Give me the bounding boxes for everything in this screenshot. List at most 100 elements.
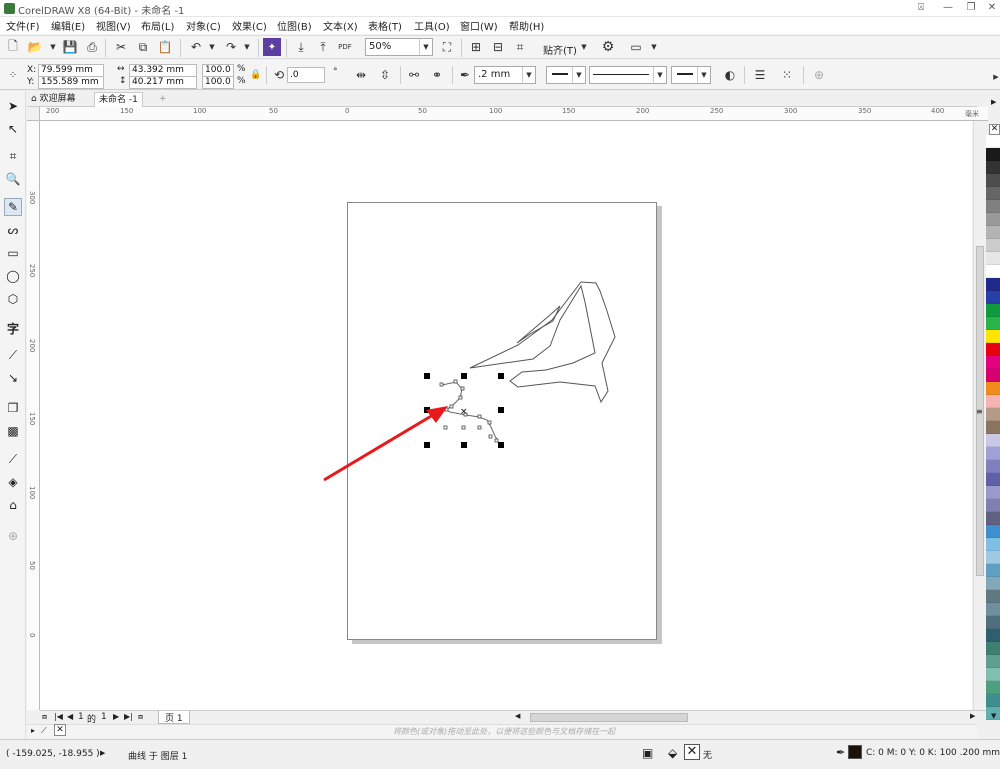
application-launcher-icon[interactable]: ▭ — [627, 38, 645, 56]
color-swatch[interactable] — [986, 382, 1000, 395]
menu-tools[interactable]: 工具(O) — [414, 18, 450, 33]
connector-tool-icon[interactable]: ↘ — [4, 369, 22, 387]
color-swatch[interactable] — [986, 590, 1000, 603]
account-icon[interactable]: ⍓ — [911, 1, 931, 15]
add-toolbar-icon[interactable]: ⊕ — [810, 66, 828, 84]
scroll-left-icon[interactable]: ◀ — [515, 712, 520, 720]
interactive-fill-icon[interactable]: ◈ — [4, 473, 22, 491]
previous-page-button[interactable]: ◀ — [67, 712, 73, 721]
tab-welcome[interactable]: ⌂ 欢迎屏幕 — [27, 92, 80, 107]
color-swatch[interactable] — [986, 304, 1000, 317]
pick-tool-icon[interactable]: ➤ — [4, 97, 22, 115]
color-swatch[interactable] — [986, 252, 1000, 265]
color-swatch[interactable] — [986, 239, 1000, 252]
ruler-origin[interactable] — [27, 107, 40, 121]
eyedropper-icon[interactable]: ⟋ — [4, 450, 22, 468]
open-folder-icon[interactable]: 📂 — [26, 38, 44, 56]
menu-layout[interactable]: 布局(L) — [141, 18, 174, 33]
text-tool-icon[interactable]: 字 — [4, 319, 22, 337]
color-swatch[interactable] — [986, 187, 1000, 200]
color-swatch[interactable] — [986, 317, 1000, 330]
chevron-down-icon[interactable]: ▼ — [44, 38, 62, 56]
color-swatch[interactable] — [986, 668, 1000, 681]
close-curve-icon[interactable]: ◐ — [721, 66, 739, 84]
transparency-icon[interactable]: ▩ — [4, 422, 22, 440]
color-proofing-icon[interactable]: ▣ — [642, 746, 653, 760]
color-swatch[interactable] — [986, 200, 1000, 213]
chevron-down-icon[interactable]: ▼ — [203, 38, 221, 56]
line-style-select[interactable]: ▼ — [589, 66, 667, 84]
color-swatch[interactable] — [986, 226, 1000, 239]
menu-table[interactable]: 表格(T) — [368, 18, 402, 33]
break-apart-icon[interactable]: ⚯ — [405, 66, 423, 84]
scroll-right-icon[interactable]: ▶ — [970, 712, 975, 720]
page-tab[interactable]: 页 1 — [158, 711, 190, 724]
publish-pdf-icon[interactable]: PDF — [336, 38, 354, 56]
menu-bitmaps[interactable]: 位图(B) — [277, 18, 312, 33]
color-swatch[interactable] — [986, 161, 1000, 174]
color-swatch[interactable] — [986, 655, 1000, 668]
new-document-icon[interactable]: 🗋 — [4, 38, 22, 56]
zoom-tool-icon[interactable]: 🔍 — [4, 170, 22, 188]
vertical-ruler[interactable]: 300 250 200 150 100 50 0 — [27, 121, 40, 710]
no-color-icon[interactable]: ✕ — [54, 724, 66, 736]
drawing-canvas[interactable]: × — [40, 121, 972, 710]
horizontal-ruler[interactable]: 200 150 100 50 0 50 100 150 200 250 300 … — [40, 107, 988, 121]
menu-object[interactable]: 对象(C) — [186, 18, 221, 33]
color-swatch[interactable] — [986, 460, 1000, 473]
color-swatch[interactable] — [986, 564, 1000, 577]
close-button[interactable]: ✕ — [982, 1, 1000, 15]
crop-tool-icon[interactable]: ⌗ — [4, 147, 22, 165]
color-swatch[interactable] — [986, 473, 1000, 486]
print-icon[interactable]: ⎙ — [83, 38, 101, 56]
selected-curve[interactable] — [441, 381, 499, 442]
paste-icon[interactable]: 📋 — [156, 38, 174, 56]
color-swatch[interactable] — [986, 512, 1000, 525]
menu-window[interactable]: 窗口(W) — [460, 18, 498, 33]
palette-arrow-icon[interactable]: ▸ — [31, 726, 35, 735]
height-input[interactable]: 40.217 mm — [129, 76, 197, 89]
color-swatch[interactable] — [986, 330, 1000, 343]
chevron-down-icon[interactable]: ▼ — [575, 38, 593, 56]
export-icon[interactable]: ⤒ — [314, 38, 332, 56]
menu-file[interactable]: 文件(F) — [6, 18, 40, 33]
import-icon[interactable]: ⤓ — [292, 38, 310, 56]
shape-tool-icon[interactable]: ↖ — [4, 120, 22, 138]
chevron-right-icon[interactable]: ▶ — [100, 749, 105, 757]
mirror-vertical-icon[interactable]: ⇳ — [376, 66, 394, 84]
chevron-right-icon[interactable]: ▶ — [987, 68, 1000, 86]
scale-y-input[interactable]: 100.0 — [202, 76, 234, 89]
color-swatch[interactable] — [986, 174, 1000, 187]
color-swatch[interactable] — [986, 291, 1000, 304]
lock-ratio-icon[interactable]: 🔒 — [247, 66, 265, 84]
menu-effects[interactable]: 效果(C) — [232, 18, 267, 33]
color-swatch[interactable] — [986, 148, 1000, 161]
parallel-dimension-icon[interactable]: ⟋ — [4, 346, 22, 364]
object-origin-icon[interactable]: ⁘ — [4, 66, 22, 84]
ellipse-tool-icon[interactable]: ◯ — [4, 267, 22, 285]
color-swatch[interactable] — [986, 278, 1000, 291]
shape-outline[interactable] — [469, 281, 616, 404]
outline-color-swatch[interactable] — [848, 745, 862, 759]
color-swatch[interactable] — [986, 395, 1000, 408]
search-content-icon[interactable]: ✦ — [263, 38, 281, 56]
artistic-media-icon[interactable]: ᔕ — [4, 221, 22, 239]
color-swatch[interactable] — [986, 434, 1000, 447]
tab-document[interactable]: 未命名 -1 — [94, 92, 143, 107]
next-page-button[interactable]: ▶ — [113, 712, 119, 721]
trim-icon[interactable]: ⚭ — [428, 66, 446, 84]
color-swatch[interactable] — [986, 356, 1000, 369]
show-rulers-icon[interactable]: ⊞ — [467, 38, 485, 56]
first-page-icon[interactable]: ⧈ — [42, 712, 47, 722]
copy-icon[interactable]: ⧉ — [134, 38, 152, 56]
color-swatch[interactable] — [986, 681, 1000, 694]
chevron-down-icon[interactable]: ▼ — [645, 38, 663, 56]
zoom-level-select[interactable]: 50% ▼ — [365, 38, 433, 56]
save-icon[interactable]: 💾 — [61, 38, 79, 56]
minimize-button[interactable]: — — [938, 1, 958, 15]
restore-button[interactable]: ❐ — [961, 1, 981, 15]
cut-icon[interactable]: ✂ — [112, 38, 130, 56]
color-swatch[interactable] — [986, 486, 1000, 499]
show-guidelines-icon[interactable]: ⌗ — [511, 38, 529, 56]
convert-to-curves-icon[interactable]: ⁙ — [778, 66, 796, 84]
